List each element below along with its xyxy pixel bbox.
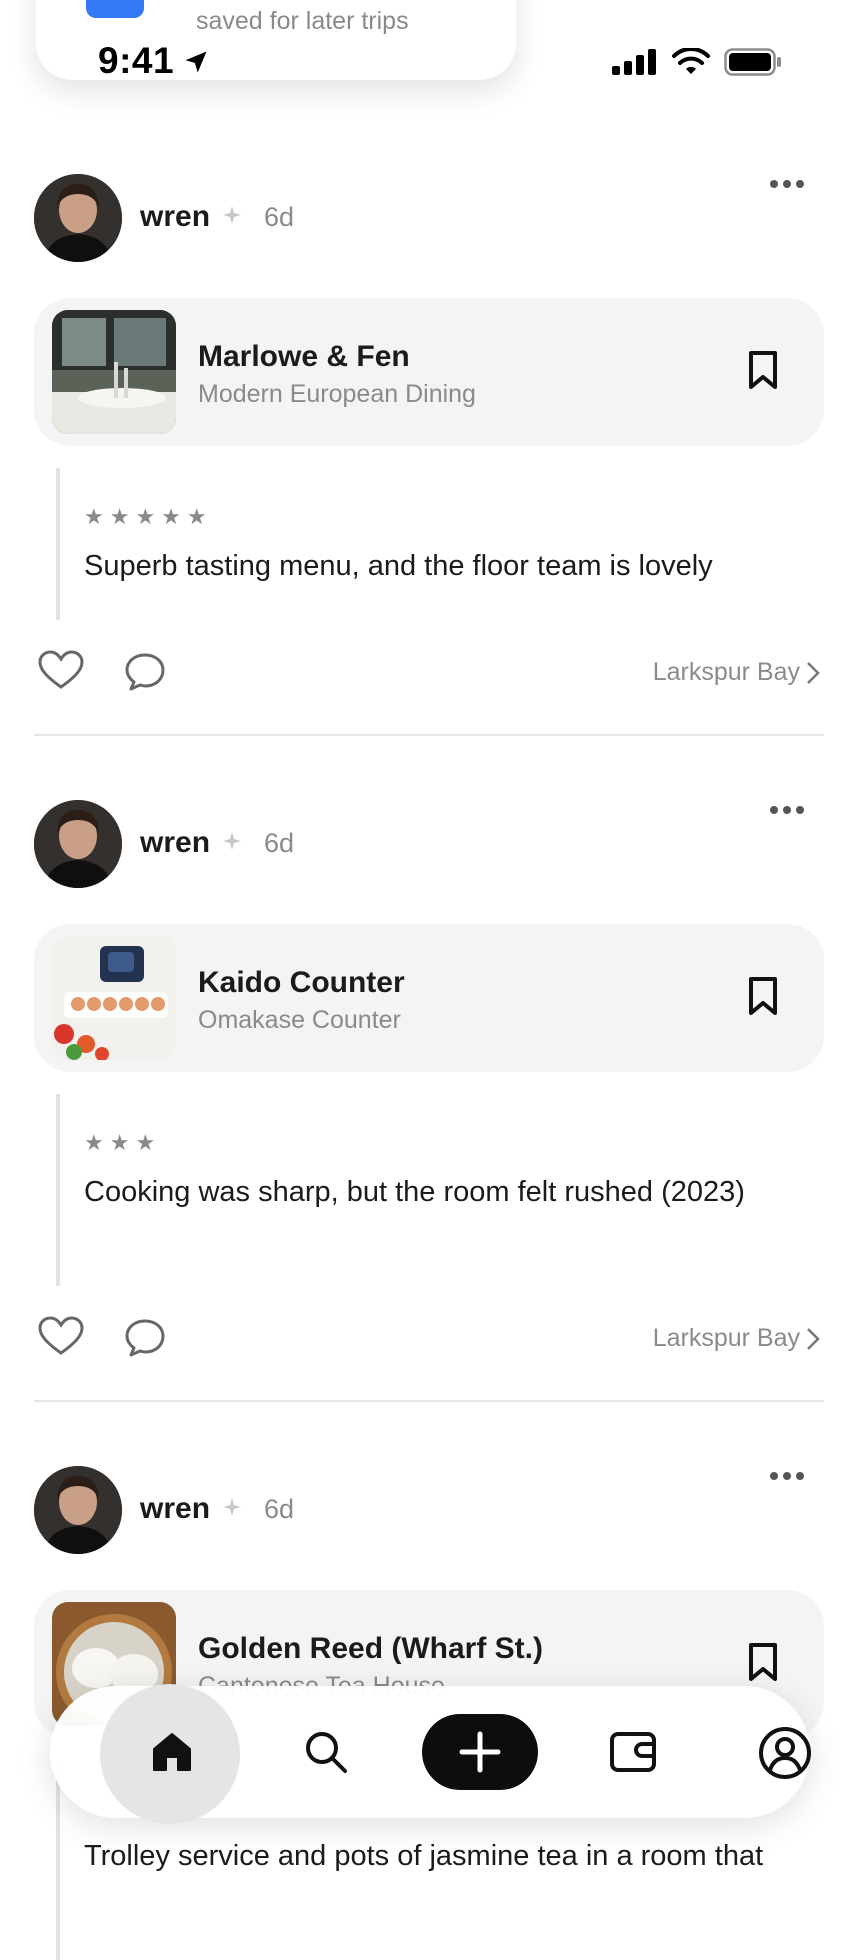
notification-subtitle: saved for later trips [196,7,409,35]
search-icon[interactable] [302,1728,350,1776]
review-quote-bar [56,1094,60,1286]
place-name: Kaido Counter [198,966,405,999]
bookmark-icon[interactable] [748,1642,778,1682]
post-age: 6d [264,828,295,858]
add-button[interactable] [422,1714,538,1790]
place-photo [52,310,176,434]
wifi-icon [672,48,710,74]
heart-icon[interactable] [38,650,84,690]
place-card[interactable]: Marlowe & Fen Modern European Dining [34,298,824,446]
avatar[interactable] [34,174,122,262]
review-quote-bar [56,1760,60,1960]
wallet-icon[interactable] [608,1728,658,1776]
avatar[interactable] [34,1466,122,1554]
battery-icon [724,48,781,76]
place-name: Golden Reed (Wharf St.) [198,1632,543,1665]
more-options-icon[interactable] [770,180,804,188]
review-text: Superb tasting menu, and the floor team … [84,550,713,582]
more-options-icon[interactable] [770,806,804,814]
username[interactable]: wren [140,200,210,234]
chevron-right-icon [807,661,820,684]
sparkle-icon [223,1498,241,1516]
heart-icon[interactable] [38,1316,84,1356]
location-arrow-icon [185,51,207,73]
location-link[interactable]: Larkspur Bay [653,658,822,687]
chevron-right-icon [807,1327,820,1350]
app-icon [86,0,144,18]
location-label: Larkspur Bay [652,1324,800,1352]
bookmark-icon[interactable] [748,350,778,390]
plus-icon [459,1731,501,1773]
place-category: Modern European Dining [198,380,476,408]
signal-icon [612,49,656,75]
place-photo [52,936,176,1060]
review-quote-bar [56,468,60,620]
post-age: 6d [264,1494,295,1524]
post-age: 6d [264,202,295,232]
bottom-nav [50,1684,812,1824]
username[interactable]: wren [140,826,210,860]
post-divider [34,1400,824,1402]
review-text: Trolley service and pots of jasmine tea … [84,1840,764,1872]
location-label: Larkspur Bay [652,658,800,686]
rating-stars: ★★★ [84,1130,161,1156]
username[interactable]: wren [140,1492,210,1526]
post-divider [34,734,824,736]
avatar[interactable] [34,800,122,888]
sparkle-icon [223,832,241,850]
location-link[interactable]: Larkspur Bay [653,1324,822,1353]
sparkle-icon [223,206,241,224]
place-card[interactable]: Kaido Counter Omakase Counter [34,924,824,1072]
home-icon[interactable] [148,1728,196,1776]
place-name: Marlowe & Fen [198,340,410,373]
more-options-icon[interactable] [770,1472,804,1480]
rating-stars-text: ★★★★★ [84,504,213,529]
rating-stars: ★★★★★ [84,504,213,530]
comment-icon[interactable] [124,1318,166,1358]
rating-stars-text: ★★★ [84,1130,162,1155]
bookmark-icon[interactable] [748,976,778,1016]
review-text: Cooking was sharp, but the room felt rus… [84,1176,745,1208]
status-time: 9:41 [98,40,175,81]
status-indicators [612,48,782,76]
comment-icon[interactable] [124,652,166,692]
profile-icon[interactable] [758,1726,812,1780]
place-category: Omakase Counter [198,1006,401,1034]
